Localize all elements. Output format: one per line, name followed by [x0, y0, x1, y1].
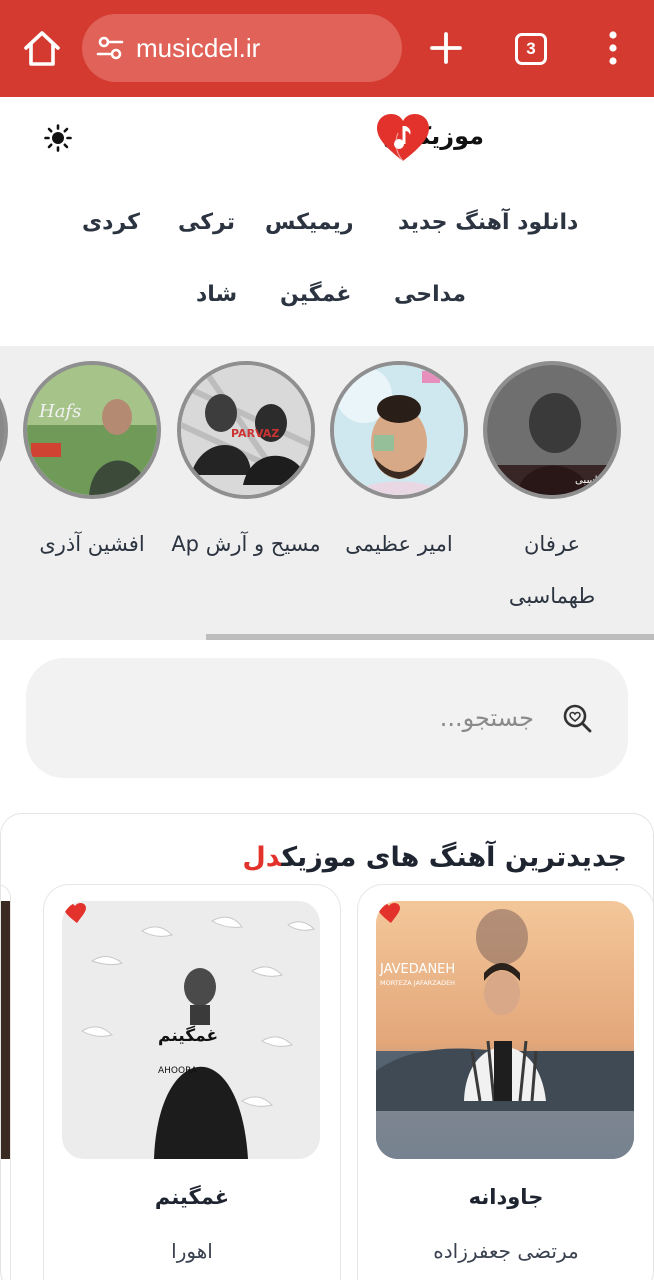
- cover-subtitle-text: AHOORA: [158, 1066, 198, 1076]
- artist-photo: Hafs: [27, 365, 157, 495]
- partial-cover: [1, 901, 10, 1159]
- heart-music-logo-icon[interactable]: [376, 113, 430, 163]
- story-avatar-erfan[interactable]: طهماسبی: [483, 361, 621, 499]
- story-avatar-masih-arash[interactable]: PARVAZ: [177, 361, 315, 499]
- cover-caption: Hafs: [38, 401, 81, 422]
- story-label[interactable]: امیر عظیمی: [330, 518, 468, 570]
- story-avatar-afshin[interactable]: Hafs: [23, 361, 161, 499]
- more-vert-icon[interactable]: [598, 30, 628, 66]
- cover-art: JAVEDANEH MORTEZA JAFARZADEH: [376, 901, 634, 1159]
- song-card-partial[interactable]: [1, 884, 11, 1280]
- nav-link-eulogy[interactable]: مداحی: [394, 282, 466, 307]
- section-title: جدیدترین آهنگ های موزیکدل: [242, 842, 627, 873]
- search-box: [26, 658, 628, 778]
- story-label[interactable]: مسیح و آرش Ap: [167, 518, 325, 570]
- song-card-javedaneh[interactable]: JAVEDANEH MORTEZA JAFARZADEH جاودانه مرت…: [357, 884, 653, 1280]
- section-title-main: جدیدترین آهنگ های موزیک: [281, 842, 627, 873]
- cover-caption: طهماسبی: [575, 475, 616, 486]
- tune-icon[interactable]: [96, 34, 124, 62]
- stories-scrollbar[interactable]: [206, 634, 654, 640]
- nav-link-turkish[interactable]: ترکی: [178, 210, 235, 235]
- song-artist[interactable]: اهورا: [44, 1239, 340, 1263]
- story-label[interactable]: عرفان طهماسبی: [483, 518, 621, 622]
- nav-link-new-songs[interactable]: دانلود آهنگ جدید: [398, 210, 578, 235]
- song-title[interactable]: غمگینم: [44, 1185, 340, 1209]
- url-text[interactable]: musicdel.ir: [136, 14, 260, 82]
- section-title-accent: دل: [242, 842, 282, 873]
- artist-photo: طهماسبی: [487, 365, 617, 495]
- tab-switcher-button[interactable]: 3: [515, 33, 547, 65]
- home-icon[interactable]: [20, 26, 64, 70]
- story-label[interactable]: افشین آذری: [13, 518, 171, 570]
- address-bar[interactable]: musicdel.ir: [82, 14, 402, 82]
- cover-title-text: غمگینم: [158, 1025, 218, 1046]
- cover-art: غمگینم AHOORA: [62, 901, 320, 1159]
- song-title[interactable]: جاودانه: [358, 1185, 653, 1209]
- nav-link-sad[interactable]: غمگین: [280, 282, 351, 307]
- nav-link-remix[interactable]: ریمیکس: [265, 210, 354, 235]
- cover-subtitle-text: MORTEZA JAFARZADEH: [380, 979, 455, 987]
- sun-icon[interactable]: [44, 124, 72, 152]
- song-artist[interactable]: مرتضی جعفرزاده: [358, 1239, 653, 1263]
- search-input[interactable]: [114, 688, 534, 748]
- story-avatar-partial[interactable]: [0, 361, 8, 499]
- cover-title-text: JAVEDANEH: [379, 962, 455, 977]
- artist-stories-strip[interactable]: طهماسبی عرفان طهماسبی امیر عظیمی PARVAZ …: [0, 346, 654, 640]
- song-cover[interactable]: JAVEDANEH MORTEZA JAFARZADEH: [376, 901, 634, 1159]
- latest-songs-section: جدیدترین آهنگ های موزیکدل JAVEDANEH MORT…: [0, 813, 654, 1280]
- story-avatar-amir[interactable]: [330, 361, 468, 499]
- cover-caption: PARVAZ: [231, 427, 279, 440]
- nav-link-kurdish[interactable]: کردی: [82, 210, 140, 235]
- nav-link-happy[interactable]: شاد: [196, 282, 237, 307]
- song-cover[interactable]: غمگینم AHOORA: [62, 901, 320, 1159]
- artist-photo: PARVAZ: [181, 365, 311, 495]
- plus-icon[interactable]: [428, 30, 464, 66]
- search-heart-icon[interactable]: [562, 703, 592, 733]
- song-card-ghamginam[interactable]: غمگینم AHOORA غمگینم اهورا: [43, 884, 341, 1280]
- artist-photo: [334, 365, 464, 495]
- browser-toolbar: musicdel.ir 3: [0, 0, 654, 97]
